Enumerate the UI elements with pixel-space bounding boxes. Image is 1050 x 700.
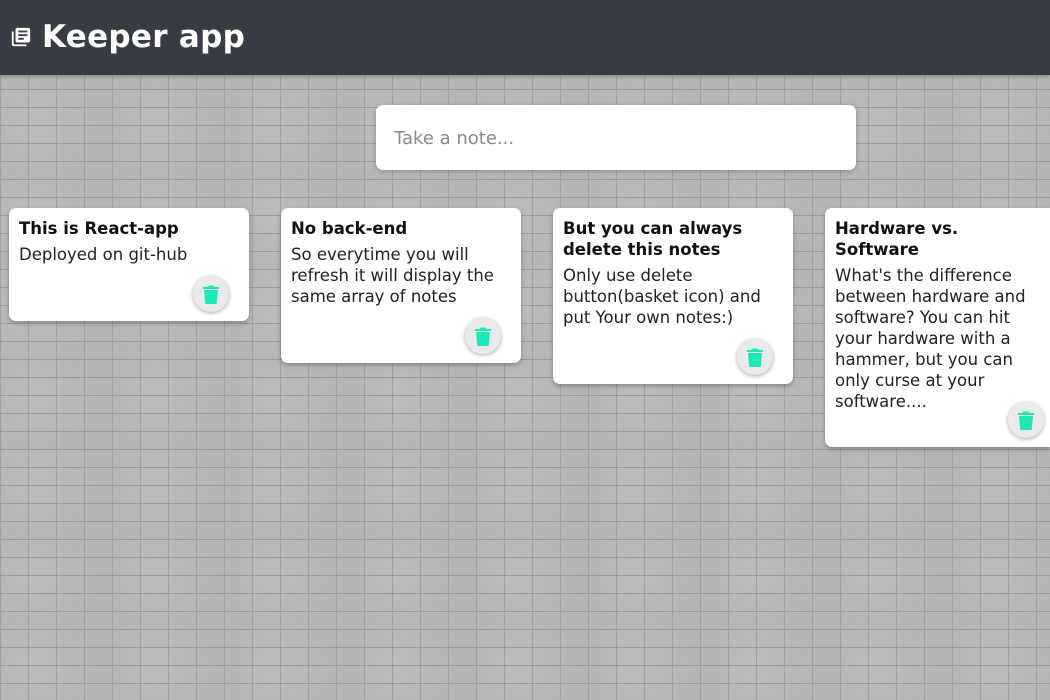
note-content: So everytime you will refresh it will di… [291, 245, 494, 306]
trash-icon [1018, 411, 1034, 430]
app-title: Keeper app [42, 19, 246, 55]
create-note-area [376, 105, 856, 170]
notes-stack-icon [11, 27, 31, 47]
note-title: But you can always delete this notes [563, 219, 743, 259]
trash-icon [747, 348, 763, 367]
delete-note-button[interactable] [737, 339, 773, 375]
note-card: This is React-app Deployed on git-hub [9, 208, 249, 321]
app-header: Keeper app [0, 0, 1050, 75]
note-title: No back-end [291, 219, 408, 238]
note-card: Hardware vs. Software What's the differe… [825, 208, 1050, 447]
note-title: This is React-app [19, 219, 179, 238]
delete-note-button[interactable] [193, 276, 229, 312]
note-content: Deployed on git-hub [19, 245, 188, 264]
delete-note-button[interactable] [1008, 402, 1044, 438]
trash-icon [203, 285, 219, 304]
note-title: Hardware vs. Software [835, 219, 959, 259]
note-content: Only use delete button(basket icon) and … [563, 266, 761, 327]
trash-icon [475, 327, 491, 346]
note-card: No back-end So everytime you will refres… [281, 208, 521, 363]
note-card: But you can always delete this notes Onl… [553, 208, 793, 384]
take-note-input[interactable] [394, 123, 834, 153]
note-content: What's the difference between hardware a… [835, 266, 1026, 411]
delete-note-button[interactable] [465, 318, 501, 354]
